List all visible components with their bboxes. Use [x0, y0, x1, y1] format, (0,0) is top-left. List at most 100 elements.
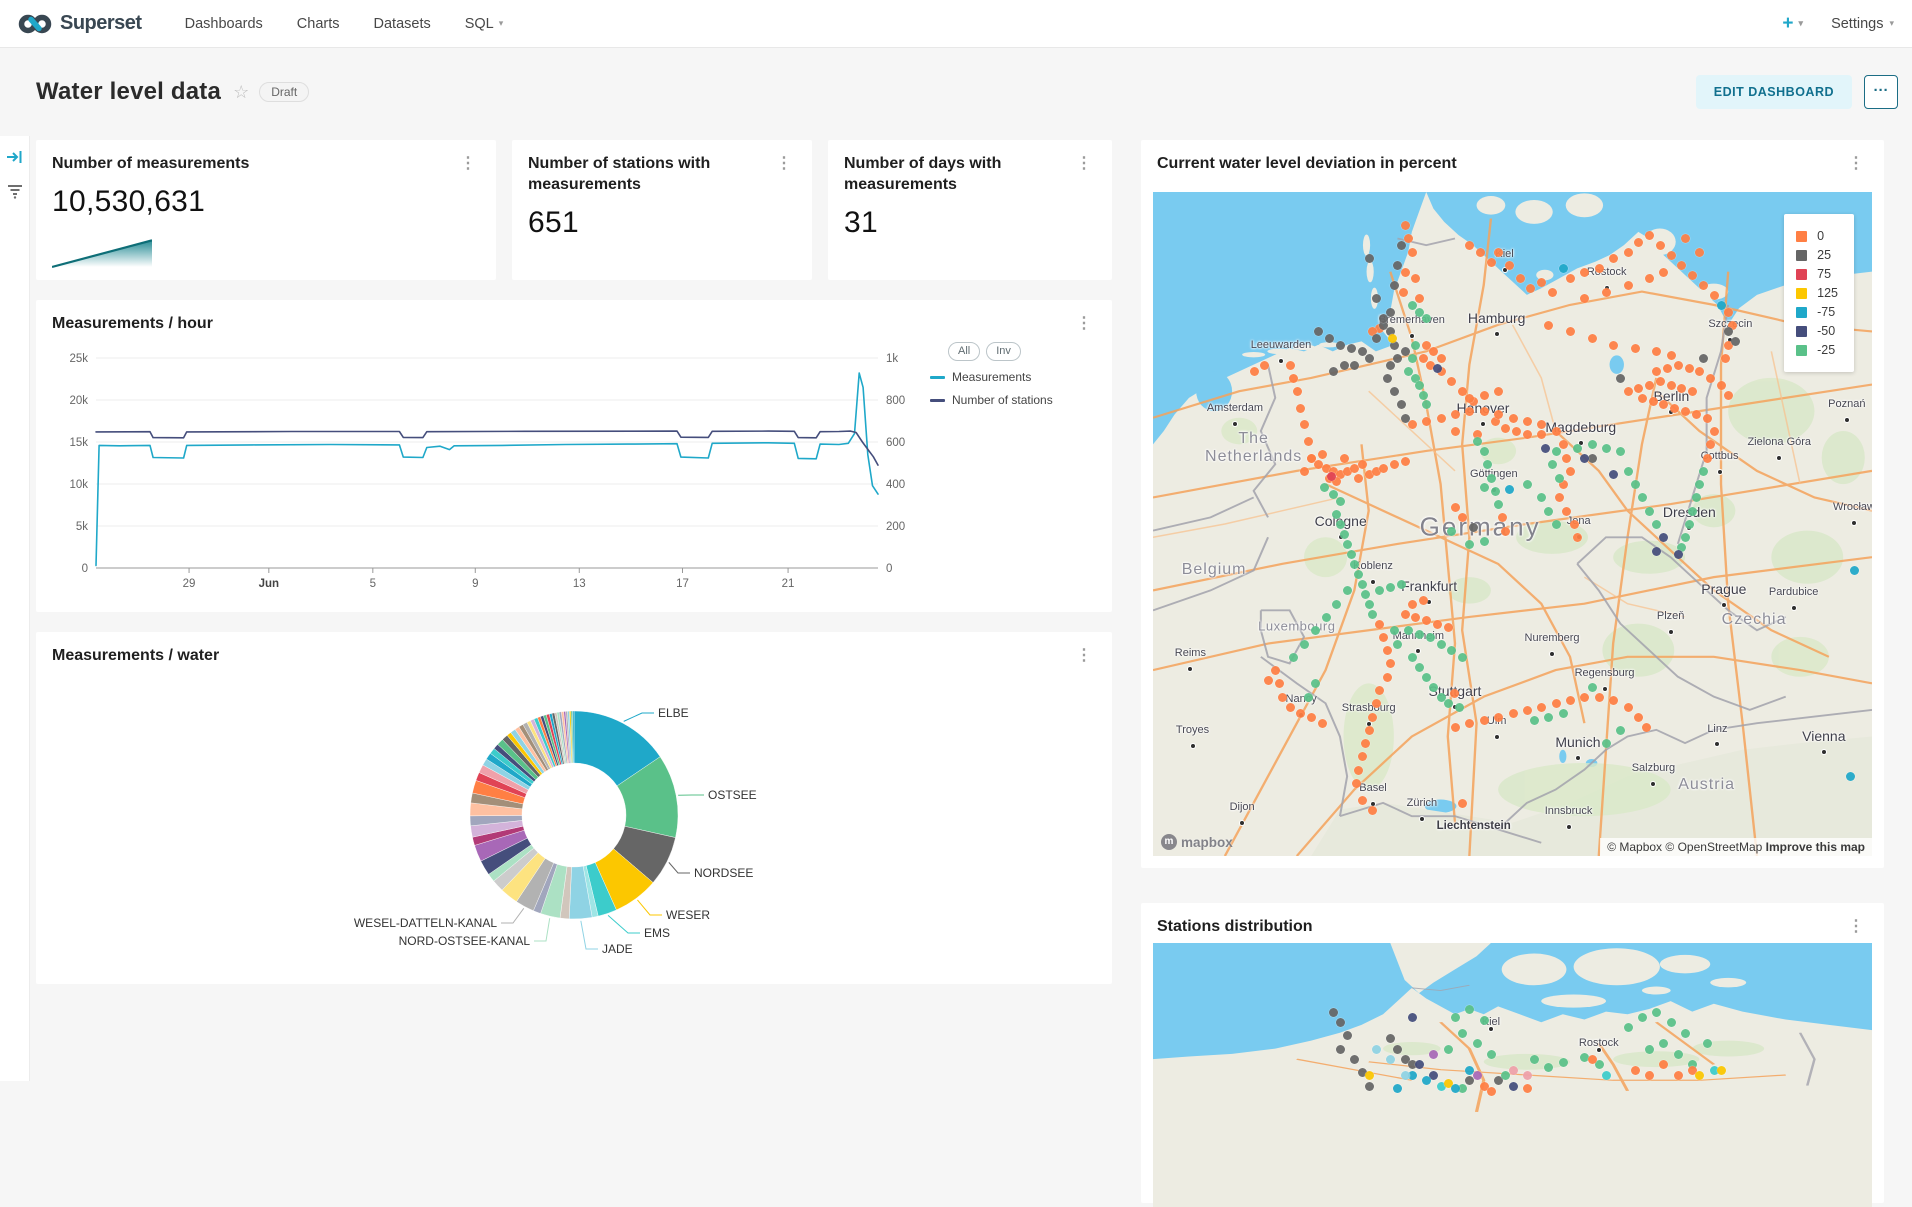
svg-text:200: 200: [886, 521, 905, 533]
osm-attribution-link[interactable]: © OpenStreetMap: [1665, 840, 1762, 854]
map-data-point: [1300, 467, 1309, 476]
legend-all-button[interactable]: All: [948, 342, 980, 361]
donut-slice-label: NORD-OSTSEE-KANAL: [399, 934, 531, 948]
map-data-point: [1473, 437, 1482, 446]
new-item-button[interactable]: + ▾: [1782, 13, 1803, 35]
map-city-marker: [1481, 422, 1485, 426]
legend-swatch: [1796, 269, 1807, 280]
map-data-point: [1491, 487, 1500, 496]
settings-menu[interactable]: Settings ▾: [1831, 16, 1894, 32]
donut-chart-plot[interactable]: ELBEOSTSEENORDSEEWESEREMSJADENORD-OSTSEE…: [52, 676, 1096, 976]
card-menu-button[interactable]: ⋮: [1072, 646, 1096, 666]
map-data-point: [1537, 278, 1546, 287]
map-data-point: [1264, 676, 1273, 685]
kpi-value: 651: [512, 196, 812, 240]
edit-dashboard-button[interactable]: EDIT DASHBOARD: [1696, 75, 1852, 109]
nav-item-sql[interactable]: SQL ▾: [448, 16, 521, 32]
card-menu-button[interactable]: ⋮: [456, 154, 480, 174]
map-data-point: [1368, 610, 1377, 619]
svg-text:21: 21: [782, 578, 795, 590]
map-data-point: [1559, 709, 1568, 718]
dashboard-header: Water level data ☆ Draft EDIT DASHBOARD …: [0, 48, 1912, 136]
legend-item-measurements[interactable]: Measurements: [930, 370, 1102, 384]
map-attribution: © Mapbox © OpenStreetMap Improve this ma…: [1600, 838, 1872, 856]
line-chart-plot[interactable]: 005k20010k40015k60020k80025k1k29Jun59131…: [50, 346, 922, 598]
legend-item-number-of-stations[interactable]: Number of stations: [930, 393, 1102, 407]
card-menu-button[interactable]: ⋮: [1072, 154, 1096, 174]
map-city-marker: [1495, 332, 1499, 336]
map-data-point: [1580, 693, 1589, 702]
nav-item-charts[interactable]: Charts: [280, 16, 357, 32]
svg-text:400: 400: [886, 479, 905, 491]
legend-inv-button[interactable]: Inv: [986, 342, 1021, 361]
map-data-point: [1588, 1055, 1597, 1064]
map-data-point: [1688, 507, 1697, 516]
superset-logo[interactable]: Superset: [18, 12, 142, 35]
deviation-map[interactable]: LeeuwardenAmsterdamThe NetherlandsBelgiu…: [1153, 192, 1872, 856]
map-data-point: [1530, 716, 1539, 725]
nav-item-datasets[interactable]: Datasets: [357, 16, 448, 32]
map-data-point: [1624, 467, 1633, 476]
map-data-point: [1674, 550, 1683, 559]
filter-icon[interactable]: [6, 182, 24, 200]
more-options-button[interactable]: ···: [1864, 75, 1898, 109]
legend-swatch: [1796, 326, 1807, 337]
map-data-point: [1631, 480, 1640, 489]
map-data-point: [1624, 703, 1633, 712]
infinity-icon: [18, 13, 52, 35]
map-city-marker: [1722, 603, 1726, 607]
svg-text:9: 9: [472, 578, 478, 590]
map-data-point: [1487, 1087, 1496, 1096]
card-menu-button[interactable]: ⋮: [1072, 314, 1096, 334]
map-data-point: [1433, 364, 1442, 373]
map-data-point: [1509, 414, 1518, 423]
improve-map-link[interactable]: Improve this map: [1766, 840, 1865, 854]
map-data-point: [1516, 274, 1525, 283]
card-menu-button[interactable]: ⋮: [772, 154, 796, 174]
map-data-point: [1624, 248, 1633, 257]
stations-map[interactable]: KielRostock: [1153, 943, 1872, 1207]
card-menu-button[interactable]: ⋮: [1844, 917, 1868, 937]
map-data-point: [1379, 464, 1388, 473]
map-data-point: [1548, 288, 1557, 297]
map-data-point: [1354, 570, 1363, 579]
nav-item-dashboards[interactable]: Dashboards: [168, 16, 280, 32]
map-data-point: [1365, 354, 1374, 363]
expand-filters-icon[interactable]: [6, 148, 24, 166]
map-legend-entry: 25: [1796, 248, 1838, 262]
map-city-marker: [1597, 1048, 1601, 1052]
donut-slice-label: WESEL-DATTELN-KANAL: [354, 916, 497, 930]
map-data-point: [1602, 739, 1611, 748]
favorite-star-icon[interactable]: ☆: [233, 82, 249, 103]
card-title: Measurements / water: [52, 646, 219, 667]
svg-text:5: 5: [370, 578, 376, 590]
map-decor: [1153, 192, 1872, 856]
map-data-point: [1699, 354, 1708, 363]
legend-swatch: [1796, 307, 1807, 318]
map-data-point: [1372, 1045, 1381, 1054]
chevron-down-icon: ▾: [1799, 18, 1804, 29]
map-data-point: [1365, 600, 1374, 609]
map-data-point: [1552, 699, 1561, 708]
map-data-point: [1580, 454, 1589, 463]
chart-legend: All Inv Measurements Number of stations: [930, 342, 1102, 407]
map-data-point: [1358, 460, 1367, 469]
mapbox-attribution-link[interactable]: © Mapbox: [1607, 840, 1662, 854]
map-data-point: [1523, 480, 1532, 489]
map-city-marker: [1495, 735, 1499, 739]
map-data-point: [1437, 354, 1446, 363]
map-data-point: [1663, 364, 1672, 373]
map-data-point: [1390, 387, 1399, 396]
map-data-point: [1358, 796, 1367, 805]
map-data-point: [1358, 580, 1367, 589]
card-menu-button[interactable]: ⋮: [1844, 154, 1868, 174]
map-data-point: [1332, 600, 1341, 609]
map-data-point: [1602, 288, 1611, 297]
chart-card-deviation-map: Current water level deviation in percent…: [1141, 140, 1884, 868]
map-data-point: [1307, 713, 1316, 722]
svg-text:5k: 5k: [76, 521, 88, 533]
map-city-marker: [1567, 825, 1571, 829]
legend-swatch: [1796, 231, 1807, 242]
map-data-point: [1703, 414, 1712, 423]
mapbox-logo[interactable]: mmapbox: [1161, 834, 1233, 850]
